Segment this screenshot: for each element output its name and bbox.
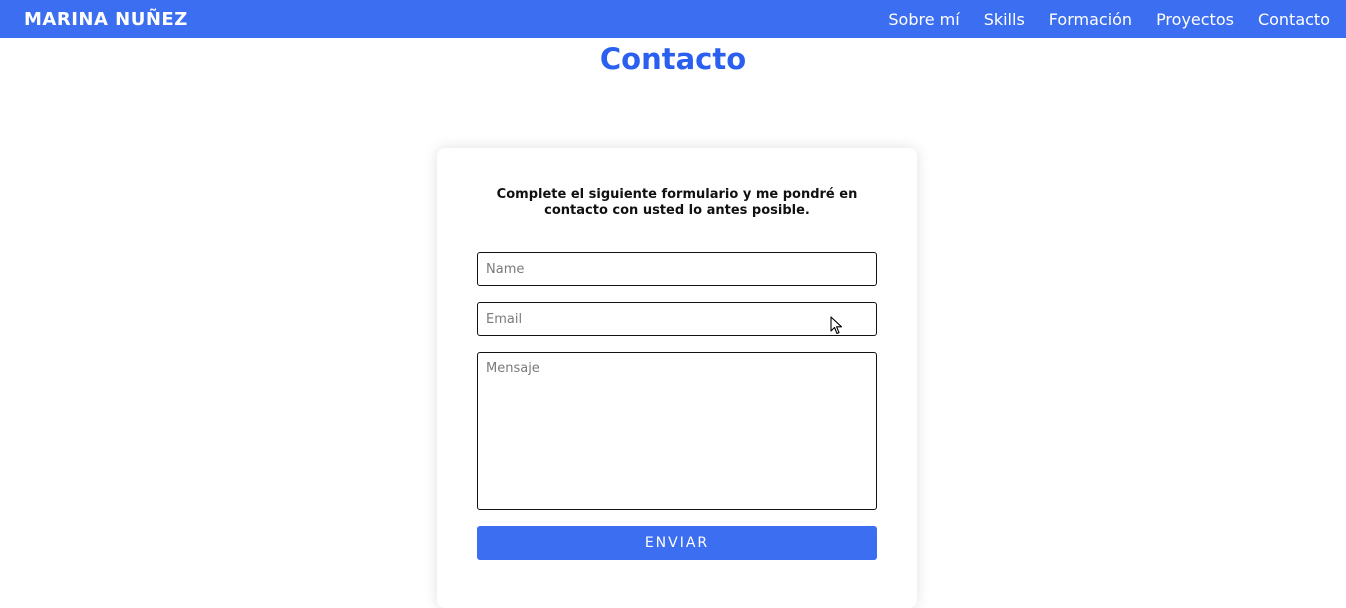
brand-logo[interactable]: MARINA NUÑEZ [24, 9, 188, 30]
submit-button[interactable]: ENVIAR [477, 526, 877, 560]
nav-link-proyectos[interactable]: Proyectos [1156, 10, 1234, 29]
navbar: MARINA NUÑEZ Sobre mí Skills Formación P… [0, 0, 1346, 38]
form-intro-text: Complete el siguiente formulario y me po… [496, 187, 858, 218]
contact-form-card: Complete el siguiente formulario y me po… [437, 148, 917, 608]
nav-links: Sobre mí Skills Formación Proyectos Cont… [888, 10, 1330, 29]
name-input[interactable] [477, 252, 877, 286]
page-title: Contacto [599, 42, 747, 76]
nav-link-skills[interactable]: Skills [984, 10, 1025, 29]
message-textarea[interactable] [477, 352, 877, 510]
mouse-pointer-icon [830, 316, 843, 335]
email-input[interactable] [477, 302, 877, 336]
nav-link-formacion[interactable]: Formación [1049, 10, 1132, 29]
nav-link-contacto[interactable]: Contacto [1258, 10, 1330, 29]
nav-link-sobre-mi[interactable]: Sobre mí [888, 10, 959, 29]
